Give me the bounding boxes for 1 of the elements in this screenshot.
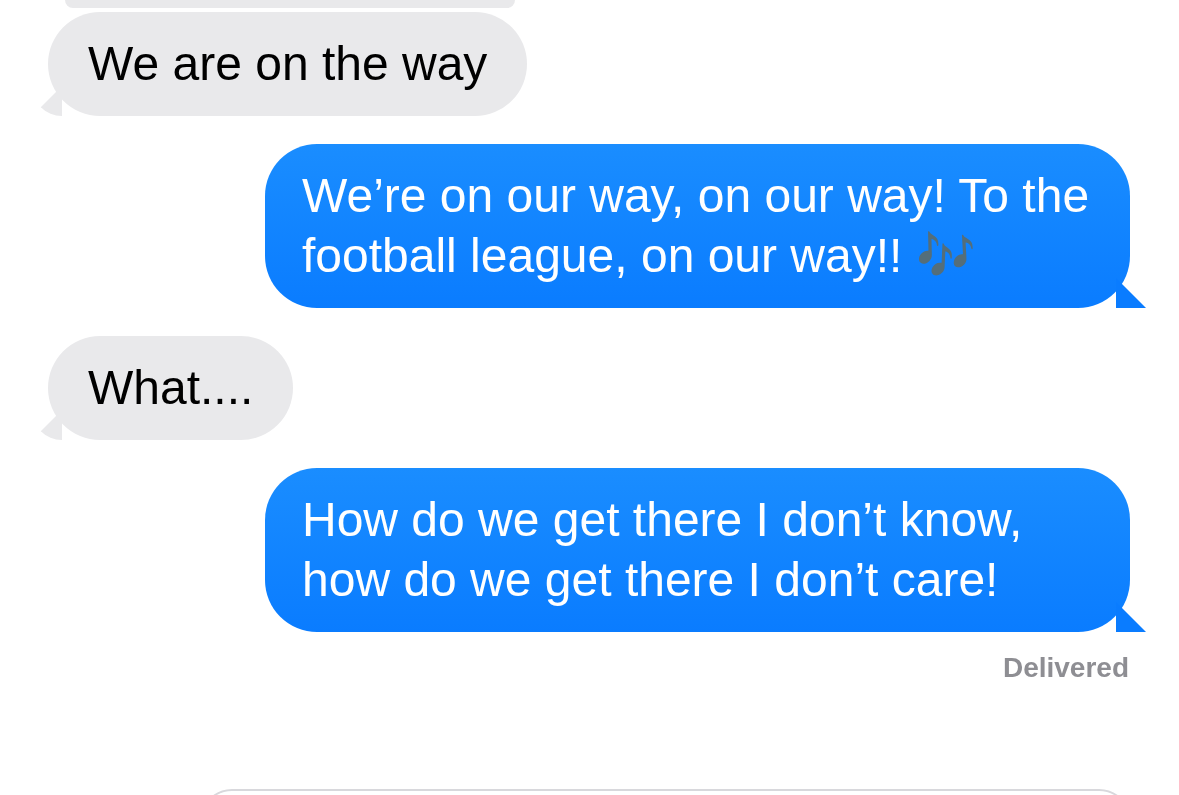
delivery-status: Delivered — [1002, 651, 1129, 685]
